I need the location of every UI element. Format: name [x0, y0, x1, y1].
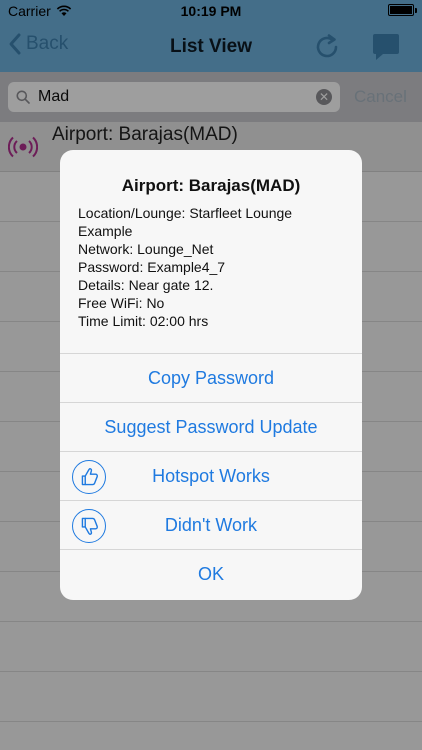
didnt-work-label: Didn't Work — [164, 515, 258, 535]
alert-line-details: Details: Near gate 12. — [78, 277, 214, 293]
alert-line-time-limit: Time Limit: 02:00 hrs — [78, 313, 209, 329]
hotspot-works-button[interactable]: Hotspot Works — [60, 451, 362, 500]
alert-line-free-wifi: Free WiFi: No — [78, 295, 165, 311]
copy-password-button[interactable]: Copy Password — [60, 353, 362, 402]
alert-line-location: Location/Lounge: Starfleet Lounge Exampl… — [78, 205, 296, 239]
hotspot-works-label: Hotspot Works — [152, 466, 270, 486]
thumbs-down-icon — [72, 509, 106, 543]
ok-button[interactable]: OK — [60, 549, 362, 598]
ok-label: OK — [197, 564, 224, 584]
alert-line-network: Network: Lounge_Net — [78, 241, 214, 257]
suggest-password-update-label: Suggest Password Update — [104, 417, 318, 437]
alert-line-password: Password: Example4_7 — [78, 259, 226, 275]
alert-title: Airport: Barajas(MAD) — [121, 176, 301, 195]
alert-message: Location/Lounge: Starfleet Lounge Exampl… — [78, 204, 346, 330]
thumbs-up-icon — [72, 460, 106, 494]
hotspot-alert: Airport: Barajas(MAD) Location/Lounge: S… — [60, 150, 362, 600]
suggest-password-update-button[interactable]: Suggest Password Update — [60, 402, 362, 451]
didnt-work-button[interactable]: Didn't Work — [60, 500, 362, 549]
copy-password-label: Copy Password — [147, 368, 275, 388]
